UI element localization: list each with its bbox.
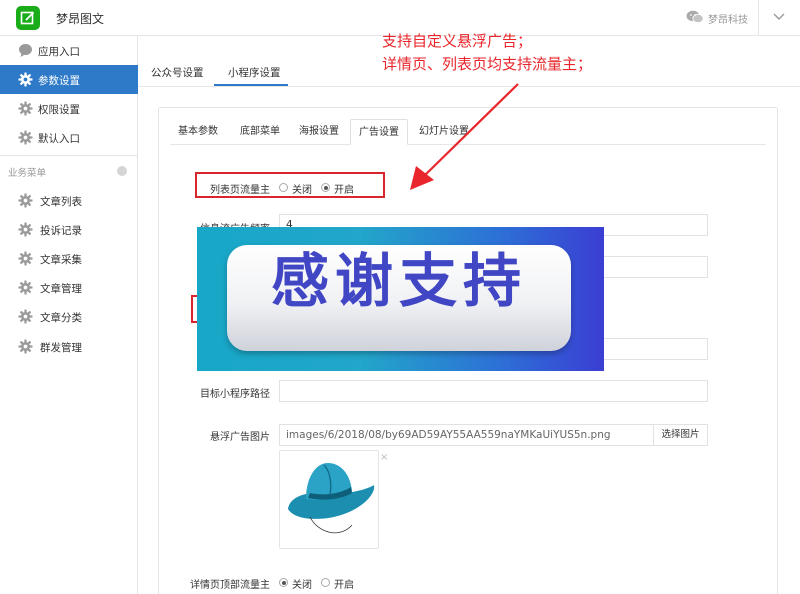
highlight-box-list-host xyxy=(195,172,385,198)
annotation-arrow-icon xyxy=(410,83,519,190)
detail-top-on-radio[interactable] xyxy=(321,578,330,587)
tab-mini-program[interactable]: 小程序设置 xyxy=(228,65,281,80)
remove-image-icon[interactable]: × xyxy=(380,452,388,463)
sidebar-item-article-list[interactable]: 文章列表 xyxy=(0,186,138,215)
subtab-bottom-menu[interactable]: 底部菜单 xyxy=(233,119,287,145)
float-image-preview xyxy=(279,450,379,549)
sidebar: 应用入口 参数设置 权限设置 默认入口 业务菜单 文章列表 投诉记录 文章采集 … xyxy=(0,36,138,594)
sidebar-item-complaints[interactable]: 投诉记录 xyxy=(0,215,138,244)
sidebar-section-title: 业务菜单 xyxy=(8,168,47,179)
topbar-divider xyxy=(758,0,759,36)
thanks-banner: 感谢支持 xyxy=(197,227,604,371)
sidebar-item-label: 文章管理 xyxy=(40,283,82,295)
hat-icon xyxy=(288,463,375,534)
chat-bubble-icon xyxy=(19,44,32,57)
float-image-label: 悬浮广告图片 xyxy=(210,432,270,443)
sidebar-item-permissions[interactable]: 权限设置 xyxy=(0,94,138,123)
sidebar-item-label: 权限设置 xyxy=(38,104,80,116)
sidebar-item-label: 文章列表 xyxy=(40,196,82,208)
gear-icon xyxy=(18,72,33,87)
choose-image-button[interactable]: 选择图片 xyxy=(653,424,708,446)
detail-top-host-label: 详情页顶部流量主 xyxy=(190,580,270,591)
annotation-line-1: 支持自定义悬浮广告； xyxy=(382,32,533,50)
target-path-input[interactable] xyxy=(279,380,708,402)
edit-logo-icon xyxy=(16,6,40,30)
gear-icon xyxy=(18,309,33,324)
sidebar-item-label: 文章采集 xyxy=(40,254,82,266)
sidebar-item-params[interactable]: 参数设置 xyxy=(0,65,138,94)
app-title: 梦昂图文 xyxy=(56,12,105,26)
target-path-label: 目标小程序路径 xyxy=(200,389,270,400)
sidebar-item-article-category[interactable]: 文章分类 xyxy=(0,302,138,331)
sidebar-item-label: 文章分类 xyxy=(40,312,82,324)
detail-top-off-radio[interactable] xyxy=(279,578,288,587)
gear-icon xyxy=(18,193,33,208)
tab-wechat-official[interactable]: 公众号设置 xyxy=(151,65,204,80)
sidebar-item-mass-send[interactable]: 群发管理 xyxy=(0,332,138,361)
subtab-basic[interactable]: 基本参数 xyxy=(172,119,224,145)
sidebar-item-label: 参数设置 xyxy=(38,75,80,87)
gear-icon xyxy=(18,280,33,295)
sidebar-item-label: 群发管理 xyxy=(40,342,82,354)
collapse-toggle-icon[interactable] xyxy=(117,166,127,176)
gear-icon xyxy=(18,101,33,116)
gear-icon xyxy=(18,130,33,145)
sidebar-item-article-manage[interactable]: 文章管理 xyxy=(0,273,138,302)
float-image-path-input[interactable]: images/6/2018/08/by69AD59AY55AA559naYMKa… xyxy=(279,424,654,446)
gear-icon xyxy=(18,251,33,266)
sidebar-item-label: 默认入口 xyxy=(38,133,80,145)
company-name[interactable]: 梦昂科技 xyxy=(708,11,748,26)
sidebar-item-default-entry[interactable]: 默认入口 xyxy=(0,123,138,152)
radio-label: 开启 xyxy=(334,580,354,591)
sidebar-item-article-collect[interactable]: 文章采集 xyxy=(0,244,138,273)
chevron-down-icon[interactable] xyxy=(772,12,786,25)
sidebar-item-app-entry[interactable]: 应用入口 xyxy=(0,36,138,65)
sidebar-item-label: 应用入口 xyxy=(38,46,80,58)
subtab-poster[interactable]: 海报设置 xyxy=(293,119,345,145)
annotation-line-2: 详情页、列表页均支持流量主； xyxy=(382,55,593,73)
sidebar-item-label: 投诉记录 xyxy=(40,225,82,237)
wechat-icon xyxy=(686,10,704,27)
banner-text: 感谢支持 xyxy=(270,247,527,315)
gear-icon xyxy=(18,339,33,354)
radio-label: 关闭 xyxy=(292,580,312,591)
sidebar-divider xyxy=(0,155,138,156)
gear-icon xyxy=(18,222,33,237)
